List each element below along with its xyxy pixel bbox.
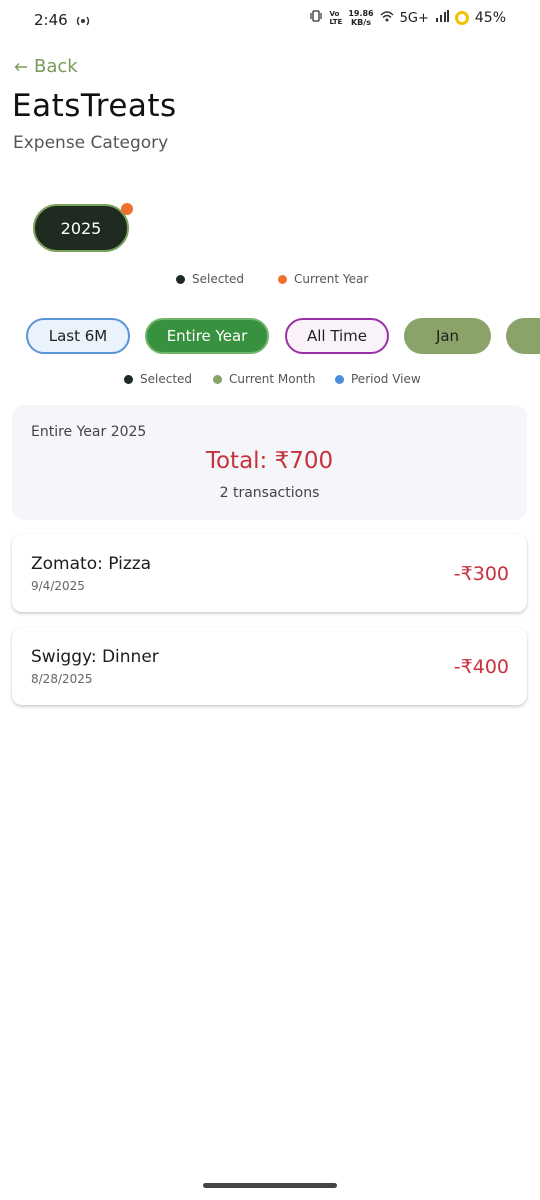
transaction-name: Swiggy: Dinner: [31, 647, 159, 667]
legend-dot: [278, 274, 287, 284]
transaction-row[interactable]: Swiggy: Dinner 8/28/2025 -₹400: [12, 627, 527, 705]
year-chip-label: 2025: [60, 218, 102, 238]
back-label: Back: [34, 56, 78, 77]
battery-icon: [454, 11, 469, 25]
legend-dot: [124, 374, 133, 384]
page-subtitle: Expense Category: [13, 133, 169, 153]
network-speed: 19.86 KB/s: [348, 9, 374, 27]
summary-period-label: Entire Year 2025: [31, 424, 147, 440]
transaction-row[interactable]: Zomato: Pizza 9/4/2025 -₹300: [12, 534, 527, 612]
network-type: 5G+: [399, 10, 429, 26]
arrow-left-icon: [14, 56, 28, 77]
transaction-date: 8/28/2025: [31, 672, 93, 686]
legend-item-selected: Selected: [176, 272, 244, 286]
status-icons: Vo LTE 19.86 KB/s 5G+ 45%: [309, 9, 506, 27]
transaction-amount: -₹400: [453, 656, 509, 678]
status-time: 2:46: [34, 11, 68, 29]
current-year-indicator: [121, 203, 133, 215]
back-button[interactable]: Back: [14, 56, 78, 77]
transaction-date: 9/4/2025: [31, 579, 85, 593]
legend-item-current-month: Current Month: [213, 372, 316, 386]
legend-dot: [335, 374, 344, 384]
volte-icon: Vo LTE: [329, 10, 343, 26]
summary-total: Total: ₹700: [205, 448, 334, 474]
page-title: EatsTreats: [12, 88, 177, 124]
vibrate-icon: [309, 10, 323, 26]
legend-dot: [213, 374, 222, 384]
filter-chip-entire-year[interactable]: Entire Year: [145, 318, 269, 354]
year-chip-2025[interactable]: 2025: [33, 204, 129, 252]
signal-icon: [435, 10, 449, 26]
battery-percent: 45%: [474, 10, 506, 26]
home-indicator[interactable]: [203, 1183, 337, 1188]
filter-chip-last-6m[interactable]: Last 6M: [26, 318, 130, 354]
legend-item-current-year: Current Year: [278, 272, 368, 286]
legend-item-selected: Selected: [124, 372, 192, 386]
legend-item-period-view: Period View: [335, 372, 421, 386]
summary-transaction-count: 2 transactions: [219, 485, 320, 501]
filter-chip-next-month[interactable]: [506, 318, 540, 354]
transaction-name: Zomato: Pizza: [31, 554, 152, 574]
filter-chip-all-time[interactable]: All Time: [285, 318, 389, 354]
legend-dot: [176, 274, 185, 284]
wifi-icon: [380, 10, 394, 26]
transaction-amount: -₹300: [453, 563, 509, 585]
filter-chip-jan[interactable]: Jan: [404, 318, 491, 354]
hotspot-icon: [74, 13, 92, 27]
